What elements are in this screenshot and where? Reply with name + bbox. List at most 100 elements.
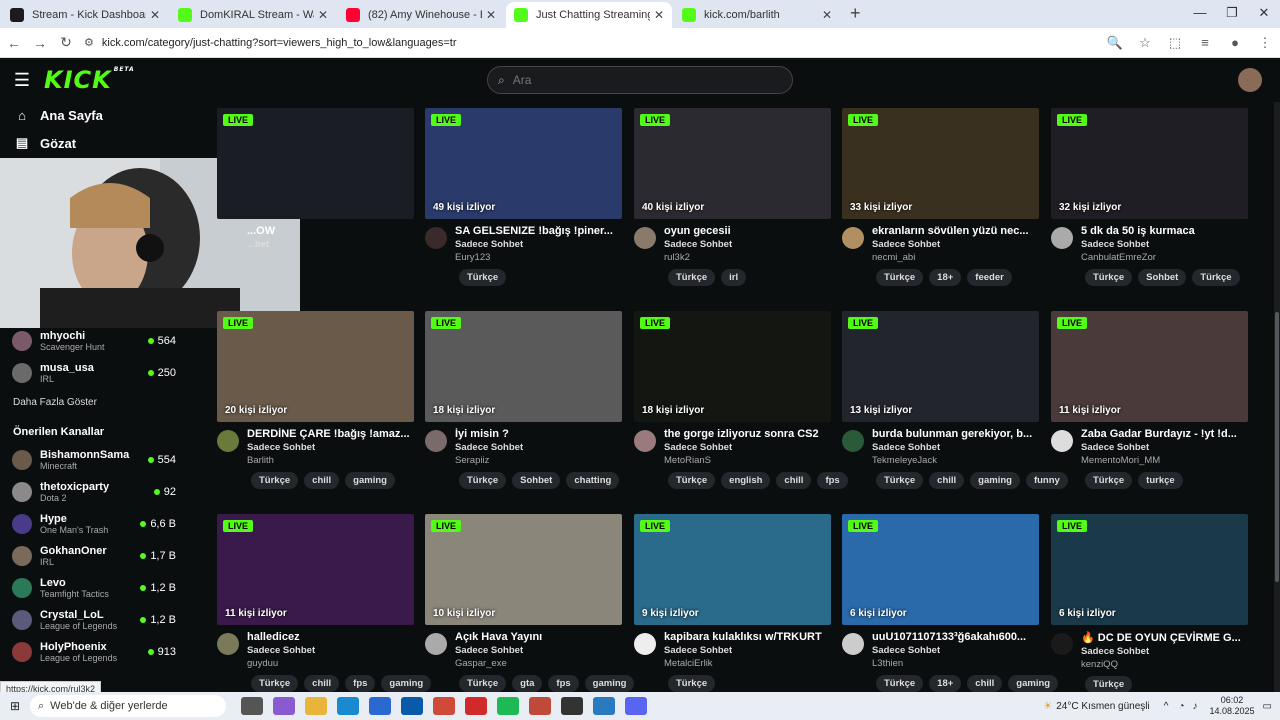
- discord-icon[interactable]: [625, 697, 647, 715]
- spotify-icon[interactable]: [497, 697, 519, 715]
- minimize-icon[interactable]: —: [1184, 0, 1216, 28]
- user-avatar[interactable]: [1238, 68, 1262, 92]
- streamer-name[interactable]: Gaspar_exe: [455, 658, 622, 669]
- channel-item[interactable]: GokhanOner IRL 1,7 B: [0, 540, 200, 572]
- stream-thumbnail[interactable]: LIVE 13 kişi izliyor: [842, 311, 1039, 422]
- stream-card[interactable]: LIVE 10 kişi izliyor Açık Hava Yayını Sadec…: [425, 514, 635, 692]
- stream-thumbnail[interactable]: LIVE 33 kişi izliyor: [842, 108, 1039, 219]
- browser-tab[interactable]: kick.com/barlith ✕: [674, 2, 840, 28]
- stream-tag[interactable]: fps: [548, 675, 579, 692]
- weather-text[interactable]: 24°C Kısmen güneşli: [1056, 701, 1150, 712]
- volume-icon[interactable]: ♪: [1193, 701, 1198, 712]
- search-input[interactable]: [512, 73, 753, 87]
- stream-category[interactable]: Sadece Sohbet: [455, 239, 622, 250]
- stream-tag[interactable]: Türkçe: [876, 472, 924, 489]
- stream-tag[interactable]: Türkçe: [1192, 269, 1240, 286]
- stream-category[interactable]: Sadece Sohbet: [455, 645, 622, 656]
- streamer-name[interactable]: L3thien: [872, 658, 1039, 669]
- stream-tag[interactable]: Türkçe: [459, 472, 507, 489]
- scrollbar-thumb[interactable]: [1275, 312, 1279, 582]
- stream-tag[interactable]: turkçe: [1138, 472, 1183, 489]
- edge-icon[interactable]: [337, 697, 359, 715]
- stream-thumbnail[interactable]: LIVE 10 kişi izliyor: [425, 514, 622, 625]
- sidebar-item-browse[interactable]: ▤ Gözat: [0, 129, 200, 157]
- tab-close-icon[interactable]: ✕: [654, 8, 664, 22]
- obs-icon[interactable]: [561, 697, 583, 715]
- stream-title[interactable]: 🔥 DC DE OYUN ÇEVİRME G...: [1081, 631, 1248, 644]
- stream-category[interactable]: Sadece Sohbet: [247, 442, 414, 453]
- stream-thumbnail[interactable]: LIVE 18 kişi izliyor: [634, 311, 831, 422]
- stream-thumbnail[interactable]: LIVE 18 kişi izliyor: [425, 311, 622, 422]
- stream-card[interactable]: LIVE 32 kişi izliyor 5 dk da 50 iş kurmaca…: [1051, 108, 1248, 286]
- stream-thumbnail[interactable]: LIVE 11 kişi izliyor: [217, 514, 414, 625]
- stream-card[interactable]: LIVE ...OW ...bet: [217, 108, 414, 258]
- streamer-avatar[interactable]: [634, 633, 656, 655]
- streamer-name[interactable]: TekmeleyeJack: [872, 455, 1039, 466]
- extensions-icon[interactable]: ⬚: [1160, 35, 1190, 51]
- stream-tag[interactable]: Türkçe: [459, 269, 507, 286]
- stream-tag[interactable]: Türkçe: [251, 472, 299, 489]
- stream-tag[interactable]: gaming: [345, 472, 395, 489]
- stream-card[interactable]: LIVE 11 kişi izliyor Zaba Gadar Burdayız -…: [1051, 311, 1248, 489]
- outlook-icon[interactable]: [401, 697, 423, 715]
- stream-category[interactable]: Sadece Sohbet: [872, 645, 1039, 656]
- stream-tag[interactable]: chill: [304, 675, 340, 692]
- chrome-icon[interactable]: [433, 697, 455, 715]
- stream-tag[interactable]: Türkçe: [668, 269, 716, 286]
- file-explorer-icon[interactable]: [305, 697, 327, 715]
- stream-tag[interactable]: chill: [929, 472, 965, 489]
- stream-card[interactable]: LIVE 6 kişi izliyor uuU1071107133³ğ6akahı6…: [842, 514, 1059, 692]
- media-icon[interactable]: ≡: [1190, 35, 1220, 50]
- channel-item[interactable]: thetoxicparty Dota 2 92: [0, 476, 200, 508]
- streamer-avatar[interactable]: [1051, 633, 1073, 655]
- stream-tag[interactable]: english: [721, 472, 771, 489]
- stream-thumbnail[interactable]: LIVE 32 kişi izliyor: [1051, 108, 1248, 219]
- streamer-name[interactable]: CanbulatEmreZor: [1081, 252, 1248, 263]
- stream-tag[interactable]: Türkçe: [1085, 676, 1133, 692]
- streamer-avatar[interactable]: [217, 430, 239, 452]
- stream-tag[interactable]: chill: [776, 472, 812, 489]
- channel-item[interactable]: BishamonnSama Minecraft 554: [0, 444, 200, 476]
- streamer-name[interactable]: kenziQQ: [1081, 659, 1248, 670]
- browser-tab[interactable]: DomKIRAL Stream - Watch Live ✕: [170, 2, 336, 28]
- streamer-name[interactable]: necmi_abi: [872, 252, 1039, 263]
- stream-title[interactable]: burda bulunman gerekiyor, b...: [872, 428, 1039, 440]
- streamer-avatar[interactable]: [842, 227, 864, 249]
- tab-close-icon[interactable]: ✕: [150, 8, 160, 22]
- stream-title[interactable]: uuU1071107133³ğ6akahı600...: [872, 631, 1039, 643]
- stream-tag[interactable]: gta: [512, 675, 543, 692]
- browser-tab[interactable]: (82) Amy Winehouse - Back to ✕: [338, 2, 504, 28]
- bookmark-star-icon[interactable]: ☆: [1130, 35, 1160, 51]
- streamer-avatar[interactable]: [425, 430, 447, 452]
- streamer-name[interactable]: guyduu: [247, 658, 414, 669]
- stream-tag[interactable]: 18+: [929, 269, 962, 286]
- close-window-icon[interactable]: ✕: [1248, 0, 1280, 28]
- channel-item[interactable]: Hype One Man's Trash 6,6 B: [0, 508, 200, 540]
- stream-thumbnail[interactable]: LIVE 6 kişi izliyor: [842, 514, 1039, 625]
- sidebar-item-home[interactable]: ⌂ Ana Sayfa: [0, 102, 200, 129]
- stream-category[interactable]: Sadece Sohbet: [872, 239, 1039, 250]
- stream-category[interactable]: ...bet: [247, 239, 414, 250]
- stream-card[interactable]: LIVE 20 kişi izliyor DERDİNE ÇARE !bağış !…: [217, 311, 414, 489]
- stream-tag[interactable]: 18+: [929, 675, 962, 692]
- stream-card[interactable]: LIVE 6 kişi izliyor 🔥 DC DE OYUN ÇEVİRME G…: [1051, 514, 1248, 692]
- stream-card[interactable]: LIVE 18 kişi izliyor İyi misin ? Sadece Soh…: [425, 311, 622, 489]
- stream-card[interactable]: LIVE 18 kişi izliyor the gorge izliyoruz s…: [634, 311, 848, 489]
- stream-thumbnail[interactable]: LIVE 20 kişi izliyor: [217, 311, 414, 422]
- clock[interactable]: 06:02 14.08.2025: [1210, 695, 1255, 717]
- stream-title[interactable]: ...OW: [247, 225, 414, 237]
- menu-icon[interactable]: ⋮: [1250, 35, 1280, 51]
- start-icon[interactable]: ⊞: [0, 699, 30, 713]
- wifi-icon[interactable]: ◔: [1178, 701, 1184, 712]
- stream-category[interactable]: Sadece Sohbet: [1081, 239, 1248, 250]
- site-info-icon[interactable]: ⚙: [84, 36, 94, 49]
- stream-thumbnail[interactable]: LIVE: [217, 108, 414, 219]
- reload-icon[interactable]: ↻: [54, 34, 78, 51]
- tray-chevron-icon[interactable]: ^: [1164, 701, 1169, 712]
- maximize-icon[interactable]: ❐: [1216, 0, 1248, 28]
- streamer-avatar[interactable]: [217, 633, 239, 655]
- streamer-avatar[interactable]: [634, 430, 656, 452]
- stream-tag[interactable]: Türkçe: [668, 472, 716, 489]
- stream-card[interactable]: LIVE 40 kişi izliyor oyun gecesii Sadece So…: [634, 108, 831, 286]
- streamer-name[interactable]: MementoMori_MM: [1081, 455, 1248, 466]
